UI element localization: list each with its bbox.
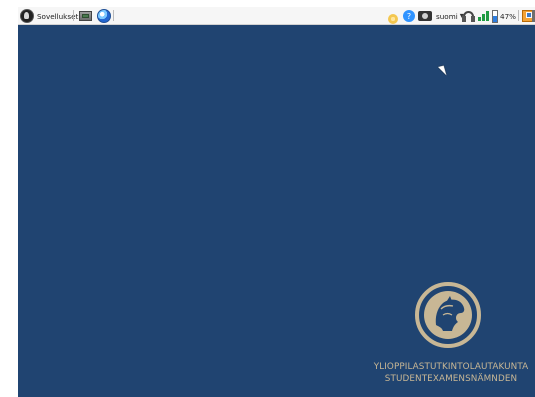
battery-level-fill [493,16,497,22]
help-icon: ? [403,10,415,22]
wifi-icon [477,10,491,22]
taskbar-separator-1 [73,10,74,21]
headphones-icon [461,10,476,23]
battery-icon [492,9,498,23]
browser-launcher[interactable] [97,8,111,24]
desktop-background: YLIOPPILASTUTKINTOLAUTAKUNTA STUDENTEXAM… [18,25,535,397]
taskbar-separator-3 [518,10,519,21]
camera-icon [418,11,432,21]
mouse-cursor-icon [438,63,451,76]
brand-line-1: YLIOPPILASTUTKINTOLAUTAKUNTA [373,362,529,372]
network-indicator[interactable] [477,8,491,24]
camera-button[interactable] [418,8,432,24]
helmet-profile-logo-icon [415,282,481,348]
applications-menu[interactable]: Sovellukset [20,8,78,24]
battery-percent-label: 47% [500,11,516,21]
brand-logo: YLIOPPILASTUTKINTOLAUTAKUNTA STUDENTEXAM… [367,278,535,397]
battery-indicator[interactable]: 47% [492,8,516,24]
screenshot-icon [79,11,92,21]
app-menu-icon [20,9,34,23]
taskbar-separator-2 [113,10,114,21]
top-taskbar: Sovellukset ? suomi ▾ 47% [18,7,535,25]
brand-line-2: STUDENTEXAMENSNÄMNDEN [384,374,518,384]
screen: Sovellukset ? suomi ▾ 47% YLIOPPILASTUTK… [0,0,535,397]
language-selector[interactable]: suomi ▾ [436,8,464,24]
help-button[interactable]: ? [403,8,415,24]
language-label: suomi [436,11,458,21]
screenshot-launcher[interactable] [79,8,92,24]
sun-icon [388,14,398,24]
browser-icon [97,9,111,23]
audio-indicator[interactable] [461,8,476,24]
